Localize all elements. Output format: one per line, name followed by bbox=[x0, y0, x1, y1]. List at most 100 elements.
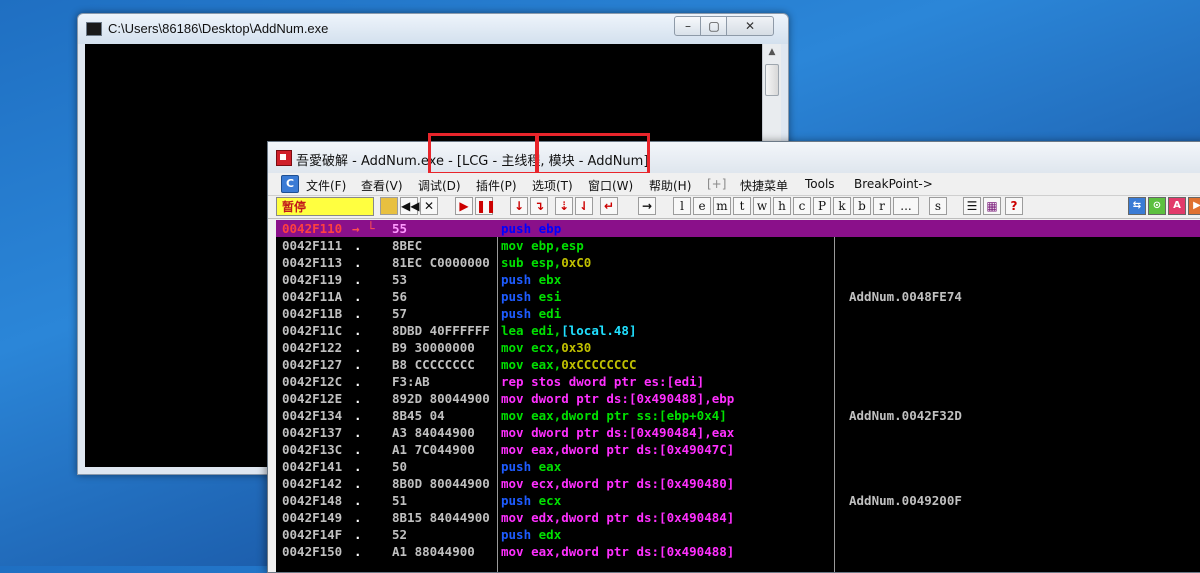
disasm-row[interactable]: 0042F110 → └ 55 push ebp bbox=[276, 220, 1200, 237]
close-debug-button[interactable]: ✕ bbox=[420, 197, 438, 215]
disasm-row[interactable]: 0042F148. 51 push ecx AddNum.0049200F bbox=[276, 492, 1200, 509]
console-titlebar[interactable]: C:\Users\86186\Desktop\AddNum.exe – ▢ ✕ bbox=[78, 14, 788, 44]
disasm-comment: AddNum.0049200F bbox=[849, 493, 962, 508]
run-trace-button[interactable]: ... bbox=[893, 197, 919, 215]
scroll-up-icon[interactable]: ▲ bbox=[763, 44, 781, 60]
log-window-button[interactable]: l bbox=[673, 197, 691, 215]
grid-icon[interactable]: ▦ bbox=[983, 197, 1001, 215]
step-into-button[interactable]: ↓ bbox=[510, 197, 528, 215]
patches-button[interactable]: P bbox=[813, 197, 831, 215]
disasm-address: 0042F12E bbox=[282, 391, 343, 406]
help-icon[interactable]: ? bbox=[1005, 197, 1023, 215]
references-button[interactable]: r bbox=[873, 197, 891, 215]
disasm-mnemonic: sub bbox=[501, 255, 532, 270]
plugin-icon-1[interactable]: ⇆ bbox=[1128, 197, 1146, 215]
pause-button[interactable]: ❚❚ bbox=[475, 197, 496, 215]
disasm-row[interactable]: 0042F11C. 8DBD 40FFFFFF lea edi,[local.48] bbox=[276, 322, 1200, 339]
list-icon[interactable]: ☰ bbox=[963, 197, 981, 215]
disasm-row[interactable]: 0042F12E. 892D 80044900 mov dword ptr ds:[… bbox=[276, 390, 1200, 407]
disasm-row[interactable]: 0042F134. 8B45 04 mov eax,dword ptr ss:[eb… bbox=[276, 407, 1200, 424]
run-button[interactable]: ▶ bbox=[455, 197, 473, 215]
menu-tools[interactable]: Tools bbox=[805, 177, 835, 191]
debugger-window[interactable]: 吾愛破解 - AddNum.exe - [LCG - 主线程, 模块 - Add… bbox=[267, 133, 1200, 573]
disasm-row[interactable]: 0042F122. B9 30000000 mov ecx,0x30 bbox=[276, 339, 1200, 356]
disasm-marker: . bbox=[354, 255, 362, 270]
disasm-row[interactable]: 0042F150. A1 88044900 mov eax,dword ptr ds… bbox=[276, 543, 1200, 560]
disasm-operands: eax, bbox=[531, 357, 562, 372]
close-button[interactable]: ✕ bbox=[726, 16, 774, 36]
disassembly-pane[interactable]: 0042F110 → └ 55 push ebp 0042F111. 8BEC mov eb… bbox=[276, 220, 1200, 572]
disasm-hex: 8B45 04 bbox=[392, 408, 445, 423]
cpu-button[interactable]: c bbox=[793, 197, 811, 215]
disasm-row[interactable]: 0042F119. 53 push ebx bbox=[276, 271, 1200, 288]
disasm-marker: . bbox=[354, 544, 362, 559]
disasm-address: 0042F148 bbox=[282, 493, 343, 508]
menu-help[interactable]: 帮助(H) bbox=[649, 177, 691, 194]
disasm-row[interactable]: 0042F142. 8B0D 80044900 mov ecx,dword ptr … bbox=[276, 475, 1200, 492]
executable-modules-button[interactable]: e bbox=[693, 197, 711, 215]
disasm-comment: AddNum.0048FE74 bbox=[849, 289, 962, 304]
menu-shortcuts[interactable]: 快捷菜单 bbox=[740, 177, 788, 194]
breakpoints-button[interactable]: b bbox=[853, 197, 871, 215]
threads-button[interactable]: t bbox=[733, 197, 751, 215]
goto-button[interactable]: → bbox=[638, 197, 656, 215]
plugin-icon-4[interactable]: ▶ bbox=[1188, 197, 1200, 215]
execute-till-return-button[interactable]: ↵ bbox=[600, 197, 618, 215]
trace-over-button[interactable]: ⇃ bbox=[575, 197, 593, 215]
menu-options[interactable]: 选项(T) bbox=[532, 177, 573, 194]
disasm-marker: . bbox=[354, 408, 362, 423]
scroll-thumb[interactable] bbox=[765, 64, 779, 96]
disasm-marker: . bbox=[354, 357, 362, 372]
menu-plus[interactable]: [+] bbox=[707, 177, 726, 191]
plugin-icon-3[interactable]: A bbox=[1168, 197, 1186, 215]
menu-breakpoint[interactable]: BreakPoint-> bbox=[854, 177, 933, 191]
disasm-row[interactable]: 0042F127. B8 CCCCCCCC mov eax,0xCCCCCCCC bbox=[276, 356, 1200, 373]
disasm-operands: dword ptr es:[edi] bbox=[568, 374, 705, 389]
trace-into-button[interactable]: ⇣ bbox=[555, 197, 573, 215]
disasm-instruction: mov eax,dword ptr ds:[0x490488] bbox=[501, 543, 734, 560]
disasm-row[interactable]: 0042F12C. F3:AB rep stos dword ptr es:[edi… bbox=[276, 373, 1200, 390]
highlight-box-module bbox=[536, 133, 650, 175]
source-button[interactable]: s bbox=[929, 197, 947, 215]
menu-window[interactable]: 窗口(W) bbox=[588, 177, 633, 194]
disasm-instruction: lea edi,[local.48] bbox=[501, 322, 636, 339]
disasm-row[interactable]: 0042F113. 81EC C0000000 sub esp,0xC0 bbox=[276, 254, 1200, 271]
menu-debug[interactable]: 调试(D) bbox=[418, 177, 461, 194]
call-stack-button[interactable]: k bbox=[833, 197, 851, 215]
menu-view[interactable]: 查看(V) bbox=[361, 177, 403, 194]
disasm-comment: AddNum.0042F32D bbox=[849, 408, 962, 423]
debugger-titlebar[interactable]: 吾愛破解 - AddNum.exe - [LCG - 主线程, 模块 - Add… bbox=[268, 142, 1200, 173]
disasm-row[interactable]: 0042F111. 8BEC mov ebp,esp bbox=[276, 237, 1200, 254]
disasm-address: 0042F134 bbox=[282, 408, 343, 423]
disasm-instruction: mov dword ptr ds:[0x490484],eax bbox=[501, 424, 734, 441]
disasm-marker: . bbox=[354, 374, 362, 389]
handles-button[interactable]: h bbox=[773, 197, 791, 215]
disasm-operands: ecx, bbox=[531, 340, 562, 355]
disasm-row[interactable]: 0042F13C. A1 7C044900 mov eax,dword ptr ds… bbox=[276, 441, 1200, 458]
highlight-box-thread bbox=[428, 133, 538, 175]
disasm-address: 0042F11C bbox=[282, 323, 343, 338]
menu-plugins[interactable]: 插件(P) bbox=[476, 177, 517, 194]
disasm-row[interactable]: 0042F11B. 57 push edi bbox=[276, 305, 1200, 322]
open-file-button[interactable] bbox=[380, 197, 398, 215]
disasm-row[interactable]: 0042F149. 8B15 84044900 mov edx,dword ptr … bbox=[276, 509, 1200, 526]
disasm-row[interactable]: 0042F14F. 52 push edx bbox=[276, 526, 1200, 543]
disasm-operands: edx,dword ptr ds:[0x490484] bbox=[531, 510, 735, 525]
disasm-row[interactable]: 0042F137. A3 84044900 mov dword ptr ds:[0x… bbox=[276, 424, 1200, 441]
minimize-button[interactable]: – bbox=[674, 16, 702, 36]
maximize-button[interactable]: ▢ bbox=[700, 16, 728, 36]
memory-map-button[interactable]: m bbox=[713, 197, 731, 215]
menu-file[interactable]: 文件(F) bbox=[306, 177, 346, 194]
disasm-row[interactable]: 0042F141. 50 push eax bbox=[276, 458, 1200, 475]
disasm-row[interactable]: 0042F11A. 56 push esi AddNum.0048FE74 bbox=[276, 288, 1200, 305]
entry-arrow-icon: → └ bbox=[352, 221, 375, 236]
window-menu-icon[interactable]: C bbox=[281, 175, 299, 193]
step-over-button[interactable]: ↴ bbox=[530, 197, 548, 215]
disasm-instruction: sub esp,0xC0 bbox=[501, 254, 591, 271]
restart-button[interactable]: ◀◀ bbox=[400, 197, 419, 215]
plugin-icon-2[interactable]: ⊙ bbox=[1148, 197, 1166, 215]
disasm-marker: . bbox=[354, 391, 362, 406]
windows-button[interactable]: w bbox=[753, 197, 771, 215]
disasm-marker: . bbox=[354, 289, 362, 304]
disasm-address: 0042F12C bbox=[282, 374, 343, 389]
